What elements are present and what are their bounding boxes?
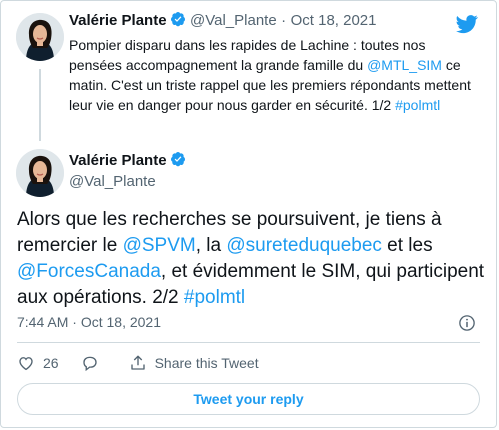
tweet-text-segment: et les bbox=[381, 235, 433, 256]
mention-link[interactable]: @SPVM bbox=[123, 235, 196, 256]
tweet-timestamp-row: 7:44 AM · Oct 18, 2021 bbox=[17, 314, 480, 334]
mention-link[interactable]: @sureteduquebec bbox=[226, 235, 382, 256]
avatar[interactable] bbox=[16, 13, 64, 61]
author-handle[interactable]: @Val_Plante bbox=[69, 173, 156, 190]
tweet-date[interactable]: Oct 18, 2021 bbox=[291, 12, 377, 29]
separator-dot: · bbox=[72, 314, 77, 330]
tweet-your-reply-button[interactable]: Tweet your reply bbox=[17, 383, 480, 415]
info-icon[interactable] bbox=[458, 314, 476, 332]
verified-badge-icon bbox=[170, 152, 185, 167]
mention-link[interactable]: @ForcesCanada bbox=[17, 261, 161, 282]
hashtag-link[interactable]: #polmtl bbox=[184, 287, 245, 308]
embedded-tweet-card: Valérie Plante @Val_Plante · Oct 18, 202… bbox=[0, 0, 497, 428]
tweet-text-segment: , la bbox=[195, 235, 227, 256]
author-name[interactable]: Valérie Plante bbox=[69, 152, 167, 169]
share-button[interactable]: Share this Tweet bbox=[129, 354, 259, 372]
tweet2-text: Alors que les recherches se poursuivent,… bbox=[17, 207, 487, 311]
tweet-time[interactable]: 7:44 AM bbox=[17, 314, 68, 330]
tweet1-text: Pompier disparu dans les rapides de Lach… bbox=[69, 35, 481, 115]
like-button[interactable]: 26 bbox=[17, 354, 59, 372]
tweet-actions: 26 Share this Tweet bbox=[17, 353, 281, 373]
reply-action-button[interactable] bbox=[81, 354, 107, 372]
avatar[interactable] bbox=[16, 149, 64, 197]
twitter-bird-icon[interactable] bbox=[454, 13, 480, 35]
reply-bubble-icon bbox=[82, 356, 97, 372]
divider bbox=[17, 342, 480, 343]
thread-connector bbox=[39, 69, 41, 141]
tweet2-header: Valérie Plante bbox=[69, 151, 186, 170]
hashtag-link[interactable]: #polmtl bbox=[395, 97, 440, 113]
author-handle[interactable]: @Val_Plante bbox=[190, 12, 277, 29]
share-icon bbox=[130, 355, 145, 370]
tweet-date[interactable]: Oct 18, 2021 bbox=[81, 314, 161, 330]
share-label: Share this Tweet bbox=[154, 355, 259, 371]
separator-dot: · bbox=[281, 12, 287, 29]
heart-icon bbox=[19, 357, 33, 371]
verified-badge-icon bbox=[170, 12, 185, 27]
mention-link[interactable]: @MTL_SIM bbox=[367, 57, 442, 73]
tweet1-header: Valérie Plante @Val_Plante · Oct 18, 202… bbox=[69, 11, 377, 30]
author-name[interactable]: Valérie Plante bbox=[69, 12, 167, 29]
like-count: 26 bbox=[43, 355, 59, 371]
